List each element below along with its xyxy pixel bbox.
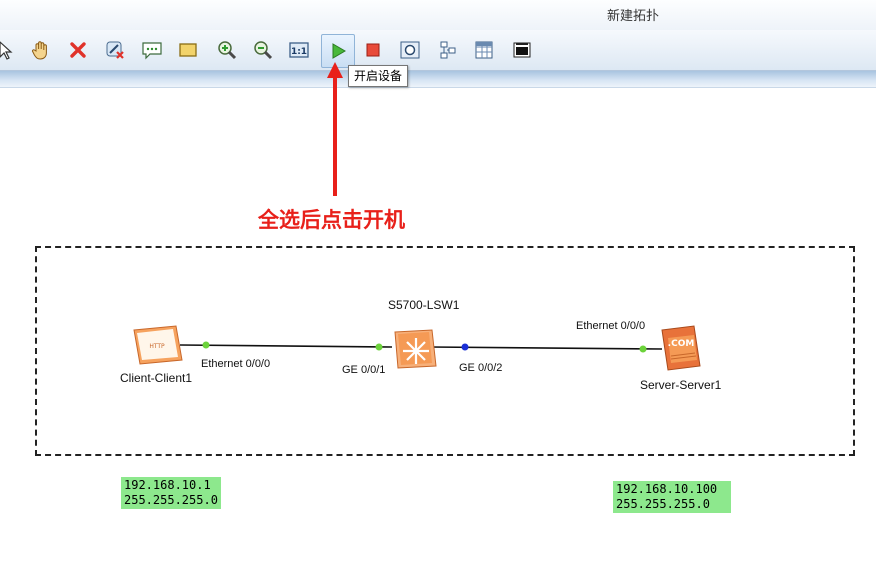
window-title: 新建拓扑 xyxy=(607,9,660,24)
hand-icon xyxy=(31,41,47,60)
cursor-icon xyxy=(0,41,13,60)
zoom-out-button[interactable] xyxy=(251,38,275,62)
terminal-icon xyxy=(513,42,531,58)
zoom-out-icon xyxy=(254,41,273,60)
stop-icon xyxy=(366,43,380,57)
client-mask: 255.255.255.0 xyxy=(124,493,218,507)
title-bar: 新建拓扑 xyxy=(0,0,876,30)
grid-icon xyxy=(475,41,493,59)
unlink-icon xyxy=(106,41,124,59)
server-ip-note[interactable]: 192.168.10.100 255.255.255.0 xyxy=(613,481,731,513)
grid-button[interactable] xyxy=(472,38,496,62)
toolbar-ribbon xyxy=(0,71,876,88)
pan-tool-button[interactable] xyxy=(29,38,53,62)
capture-icon xyxy=(400,41,420,59)
red-x-icon xyxy=(70,42,86,58)
client-label: Client-Client1 xyxy=(120,371,193,385)
port-label-switch-ge1: GE 0/0/1 xyxy=(342,364,386,376)
switch-label: S5700-LSW1 xyxy=(388,298,460,312)
server-mask: 255.255.255.0 xyxy=(616,497,710,511)
delete-link-button[interactable] xyxy=(103,38,127,62)
topology-icon xyxy=(440,41,456,59)
speech-bubble-icon xyxy=(142,42,162,60)
zoom-reset-button[interactable]: 1:1 xyxy=(287,38,311,62)
topology-button[interactable] xyxy=(436,38,460,62)
port-label-switch-ge2: GE 0/0/2 xyxy=(459,362,503,374)
play-icon xyxy=(332,43,346,59)
shape-button[interactable] xyxy=(176,38,200,62)
red-arrow-annotation xyxy=(327,62,343,196)
capture-button[interactable] xyxy=(398,38,422,62)
client-ip-note[interactable]: 192.168.10.1 255.255.255.0 xyxy=(121,477,221,509)
start-device-tooltip: 开启设备 xyxy=(348,65,409,87)
text-note-button[interactable] xyxy=(140,38,164,62)
svg-text:1:1: 1:1 xyxy=(291,47,307,57)
selection-area[interactable] xyxy=(35,246,855,456)
zoom-in-button[interactable] xyxy=(215,38,239,62)
zoom-in-icon xyxy=(218,41,237,60)
cli-button[interactable] xyxy=(510,38,534,62)
client-ip: 192.168.10.1 xyxy=(124,478,211,492)
toolbar: 1:1 xyxy=(0,30,876,71)
annotation-text: 全选后点击开机 xyxy=(258,208,405,232)
port-label-server-eth: Ethernet 0/0/0 xyxy=(576,320,646,332)
stop-device-button[interactable] xyxy=(361,38,385,62)
server-ip: 192.168.10.100 xyxy=(616,482,718,496)
rectangle-icon xyxy=(179,43,197,57)
server-label: Server-Server1 xyxy=(640,378,722,392)
delete-button[interactable] xyxy=(66,38,90,62)
port-label-client-eth: Ethernet 0/0/0 xyxy=(201,358,271,370)
one-to-one-icon: 1:1 xyxy=(289,42,309,58)
select-tool-button[interactable] xyxy=(0,38,16,62)
